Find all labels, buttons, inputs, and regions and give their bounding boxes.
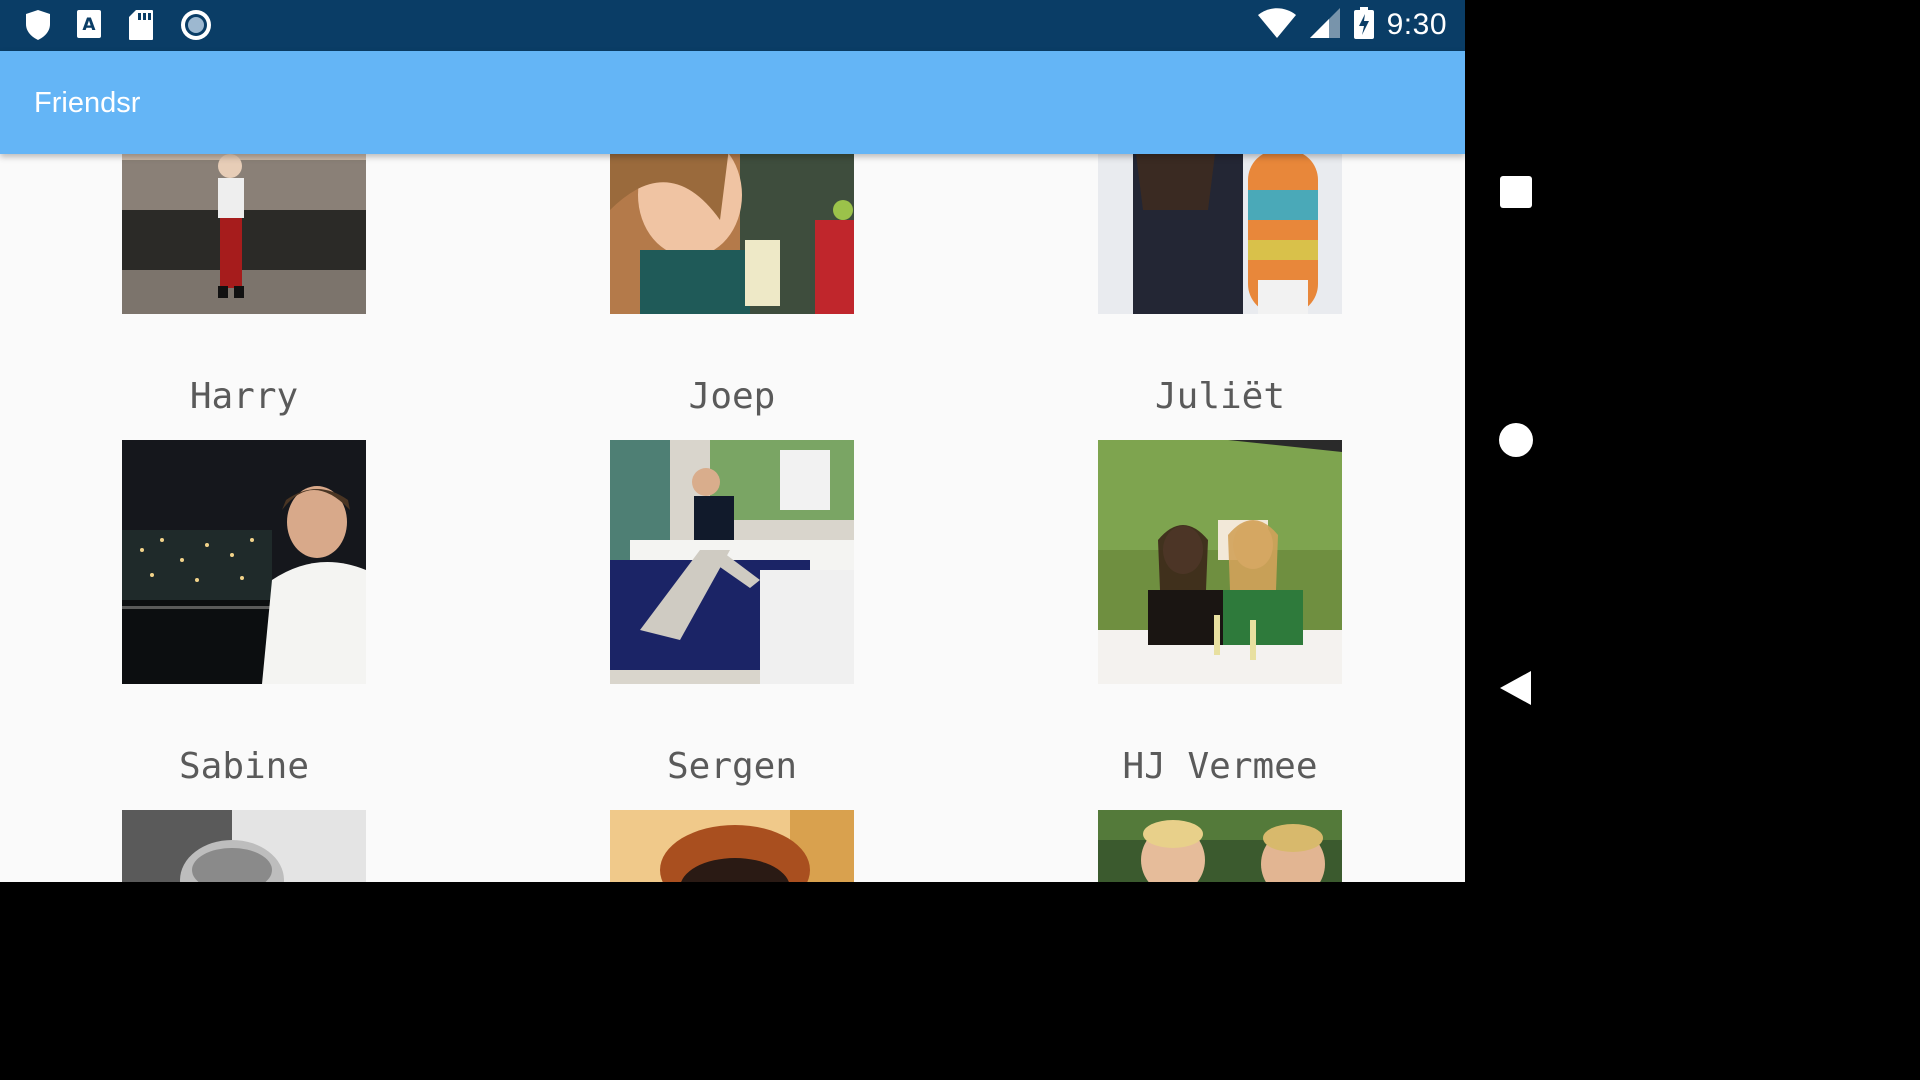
friend-name[interactable]: Sabine bbox=[44, 746, 444, 787]
wifi-icon bbox=[1257, 7, 1297, 43]
circle-icon bbox=[1499, 423, 1533, 457]
friend-name[interactable]: HJ Vermee bbox=[1020, 746, 1420, 787]
sd-card-icon bbox=[128, 9, 158, 41]
clock: 9:30 bbox=[1386, 8, 1447, 41]
navigation-bar bbox=[1465, 0, 1568, 882]
friend-photo[interactable] bbox=[1098, 810, 1342, 882]
friend-photo[interactable] bbox=[122, 440, 366, 684]
battery-charging-icon bbox=[1353, 6, 1375, 44]
keyboard-a-icon: A bbox=[76, 9, 106, 41]
friend-photo[interactable] bbox=[610, 810, 854, 882]
friend-photo[interactable] bbox=[610, 440, 854, 684]
friend-photo[interactable] bbox=[610, 154, 854, 314]
friend-name[interactable]: Sergen bbox=[532, 746, 932, 787]
friend-name[interactable]: Juliët bbox=[1020, 376, 1420, 417]
friend-photo[interactable] bbox=[1098, 154, 1342, 314]
friend-photo[interactable] bbox=[122, 810, 366, 882]
cell-signal-icon bbox=[1309, 7, 1341, 43]
shield-icon bbox=[24, 9, 54, 41]
square-icon bbox=[1500, 176, 1532, 208]
back-triangle-icon bbox=[1500, 671, 1531, 705]
svg-text:A: A bbox=[82, 15, 96, 35]
friend-photo[interactable] bbox=[1098, 440, 1342, 684]
home-button[interactable] bbox=[1498, 422, 1534, 458]
status-bar: A 9:30 bbox=[0, 0, 1465, 51]
app-title: Friendsr bbox=[34, 87, 141, 119]
app-bar: Friendsr bbox=[0, 51, 1465, 154]
friend-photo[interactable] bbox=[122, 154, 366, 314]
friend-name[interactable]: Joep bbox=[532, 376, 932, 417]
friend-name[interactable]: Harry bbox=[44, 376, 444, 417]
friends-grid[interactable]: Harry Joep Juliët Sabine Sergen HJ Verme… bbox=[0, 154, 1465, 882]
record-icon bbox=[180, 9, 211, 41]
app-screen: A 9:30 Friendsr Harry Joep Juliët Sabine… bbox=[0, 0, 1465, 882]
back-button[interactable] bbox=[1498, 670, 1534, 706]
recents-button[interactable] bbox=[1498, 174, 1534, 210]
